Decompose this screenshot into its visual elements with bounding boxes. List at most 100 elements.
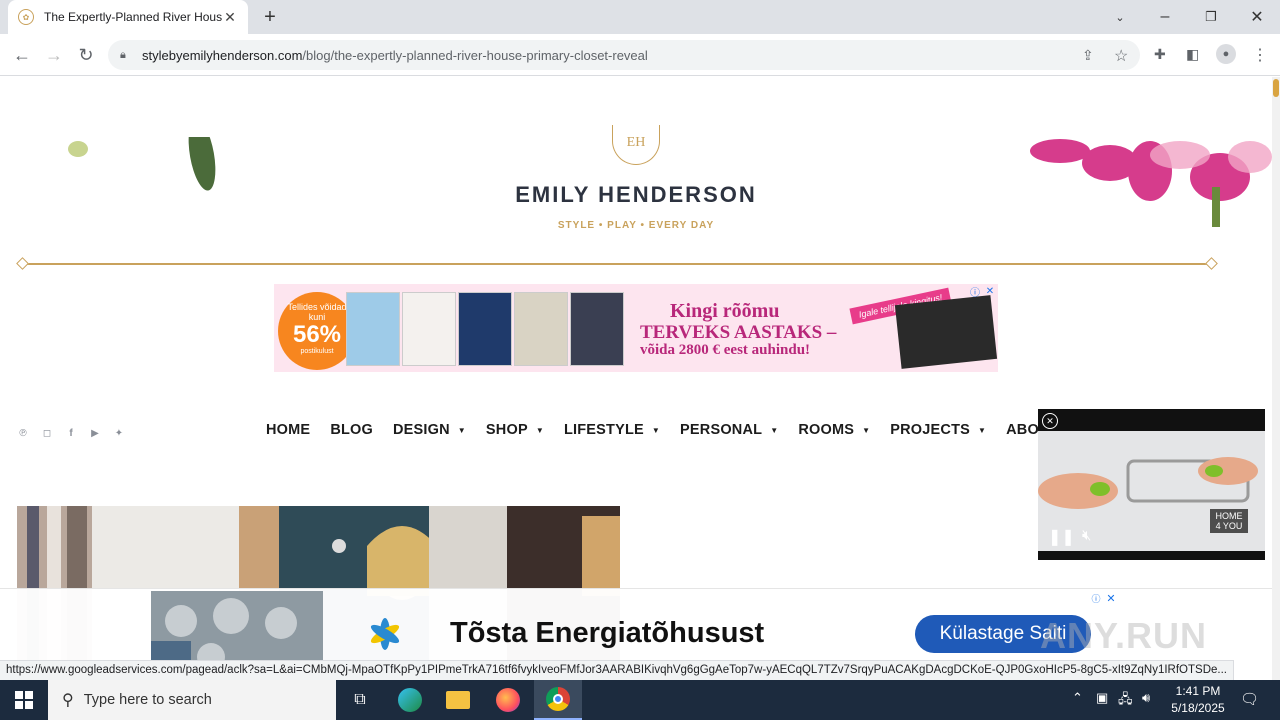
divider-diamond-right [1205, 257, 1218, 270]
scrollbar-thumb[interactable] [1273, 79, 1279, 97]
nav-label: HOME [266, 422, 311, 438]
address-bar[interactable]: 🔒︎ stylebyemilyhenderson.com/blog/the-ex… [108, 40, 1140, 70]
volume-icon[interactable]: 🔊︎ [1142, 690, 1150, 706]
new-tab-button[interactable]: + [256, 0, 284, 34]
monogram-text: EH [626, 135, 646, 150]
web-page: EH EMILY HENDERSON STYLE • PLAY • EVERY … [0, 77, 1272, 680]
discount-badge: Tellides võidad kuni 56% postikulust [278, 292, 356, 370]
lock-icon: 🔒︎ [120, 48, 126, 61]
windows-taskbar: ⚲ Type here to search ⧉ ⌃ ▣ 🖧︎ 🔊︎ 1:41 P… [0, 680, 1280, 720]
magazine-cover [458, 292, 512, 366]
magazine-ad-banner[interactable]: Tellides võidad kuni 56% postikulust Kin… [274, 284, 998, 372]
tab-close-button[interactable]: ✕ [222, 9, 238, 26]
social-links: ℗ ◻ f ▶ ✦ [16, 426, 126, 440]
video-close-icon[interactable]: ✕ [1042, 413, 1058, 429]
tray-device-icon[interactable]: ▣ [1096, 690, 1108, 706]
start-button[interactable] [0, 680, 48, 720]
ad-close-icon[interactable]: ✕ [983, 284, 997, 298]
badge-post-text: postikulust [300, 348, 334, 355]
dropdown-caret-icon: ▼ [862, 425, 871, 435]
clock-time: 1:41 PM [1175, 684, 1221, 698]
nav-label: BLOG [330, 422, 373, 438]
watermark-logo: ANY.RUN [1040, 615, 1208, 656]
magazine-cover [402, 292, 456, 366]
youtube-icon[interactable]: ▶ [88, 426, 102, 440]
nav-label: LIFESTYLE [563, 422, 644, 438]
edge-icon[interactable] [386, 680, 434, 720]
nav-home[interactable]: HOME [266, 422, 310, 438]
mute-icon[interactable]: 🔇︎ [1082, 527, 1091, 544]
nav-label: ROOMS [798, 422, 855, 438]
pause-icon[interactable]: ❚❚ [1048, 527, 1075, 547]
system-clock[interactable]: 1:41 PM 5/18/2025 [1166, 683, 1230, 717]
task-view-icon[interactable]: ⧉ [336, 680, 384, 720]
adchoices-info-icon[interactable]: ⓘ [1089, 591, 1103, 605]
site-favicon-icon: ✿ [18, 9, 34, 25]
magazine-cover [346, 292, 400, 366]
logo-monogram: EH [612, 125, 660, 165]
adchoices-info-icon[interactable]: ⓘ [968, 284, 982, 299]
forward-button[interactable]: → [42, 43, 66, 67]
nav-rooms[interactable]: ROOMS ▼ [798, 422, 870, 438]
nav-label: PROJECTS [890, 422, 970, 438]
link-status-bar: https://www.googleadservices.com/pagead/… [0, 660, 1234, 680]
ad-title: Tõsta Energiatõhusust [450, 617, 765, 649]
reload-button[interactable]: ↻ [74, 43, 98, 67]
tab-search-chevron-icon[interactable]: ⌄ [1106, 0, 1134, 34]
instagram-icon[interactable]: ◻ [40, 426, 54, 440]
floating-video-player[interactable]: ✕ HOME 4 YOU ❚❚ 🔇︎ [1038, 409, 1265, 560]
window-close-button[interactable]: ✕ [1242, 0, 1272, 34]
main-navigation: HOME BLOG DESIGN ▼ SHOP ▼ LIFESTYLE ▼ PERSO… [266, 422, 1079, 438]
share-icon[interactable]: ⇪ [1082, 47, 1094, 64]
nav-lifestyle[interactable]: LIFESTYLE ▼ [564, 422, 660, 438]
restore-button[interactable]: ❐ [1196, 0, 1226, 34]
nav-label: DESIGN [393, 422, 450, 438]
dropdown-caret-icon: ▼ [978, 425, 987, 435]
side-panel-icon[interactable]: ◧ [1186, 46, 1199, 63]
badge-pre-text: Tellides võidad kuni [287, 302, 347, 322]
tray-chevron-icon[interactable]: ⌃ [1072, 690, 1083, 706]
tab-strip: ✿ The Expertly-Planned River House ✕ + ⌄… [0, 0, 1280, 34]
nav-blog[interactable]: BLOG [330, 422, 373, 438]
tab-title: The Expertly-Planned River House [44, 10, 222, 24]
nav-projects[interactable]: PROJECTS ▼ [890, 422, 986, 438]
dropdown-caret-icon: ▼ [457, 425, 466, 435]
chrome-icon[interactable] [534, 680, 582, 720]
cookbook-image [894, 295, 998, 369]
notification-icon[interactable]: 🗨︎ [1240, 690, 1259, 708]
site-tagline: STYLE • PLAY • EVERY DAY [557, 220, 715, 231]
nav-design[interactable]: DESIGN ▼ [393, 422, 466, 438]
twitter-icon[interactable]: ✦ [112, 426, 126, 440]
network-icon[interactable]: 🖧︎ [1118, 690, 1133, 712]
page-scrollbar[interactable] [1272, 77, 1280, 680]
minimize-button[interactable]: – [1150, 0, 1180, 34]
nav-label: PERSONAL [680, 422, 763, 438]
site-logo-title[interactable]: EMILY HENDERSON [0, 182, 1272, 208]
back-button[interactable]: ← [10, 43, 34, 67]
url-host: stylebyemilyhenderson.com [142, 47, 303, 63]
file-explorer-icon[interactable] [434, 680, 482, 720]
nav-shop[interactable]: SHOP ▼ [486, 422, 544, 438]
nav-personal[interactable]: PERSONAL ▼ [680, 422, 778, 438]
active-tab[interactable]: ✿ The Expertly-Planned River House ✕ [8, 0, 248, 34]
ad-brand-logo-icon [370, 618, 400, 650]
search-placeholder: Type here to search [83, 692, 212, 708]
taskbar-search-box[interactable]: ⚲ Type here to search [48, 680, 336, 720]
clock-date: 5/18/2025 [1171, 701, 1225, 715]
extensions-icon[interactable]: ✚ [1154, 46, 1166, 63]
divider-diamond-left [16, 257, 29, 270]
magazine-cover [514, 292, 568, 366]
badge-percent: 56% [292, 321, 342, 348]
pinterest-icon[interactable]: ℗ [16, 426, 30, 440]
ad-prize-text: võida 2800 € eest auhindu! [640, 342, 811, 358]
ad-headline: Kingi rõõmu [670, 300, 780, 322]
profile-avatar-icon[interactable]: ● [1216, 44, 1236, 64]
magazine-cover [570, 292, 624, 366]
ad-close-icon[interactable]: ✕ [1104, 591, 1118, 605]
firefox-icon[interactable] [484, 680, 532, 720]
menu-kebab-icon[interactable]: ⋮ [1252, 45, 1268, 65]
dropdown-caret-icon: ▼ [770, 425, 779, 435]
facebook-icon[interactable]: f [64, 426, 78, 440]
search-icon: ⚲ [62, 692, 74, 709]
bookmark-star-icon[interactable]: ☆ [1114, 46, 1128, 66]
